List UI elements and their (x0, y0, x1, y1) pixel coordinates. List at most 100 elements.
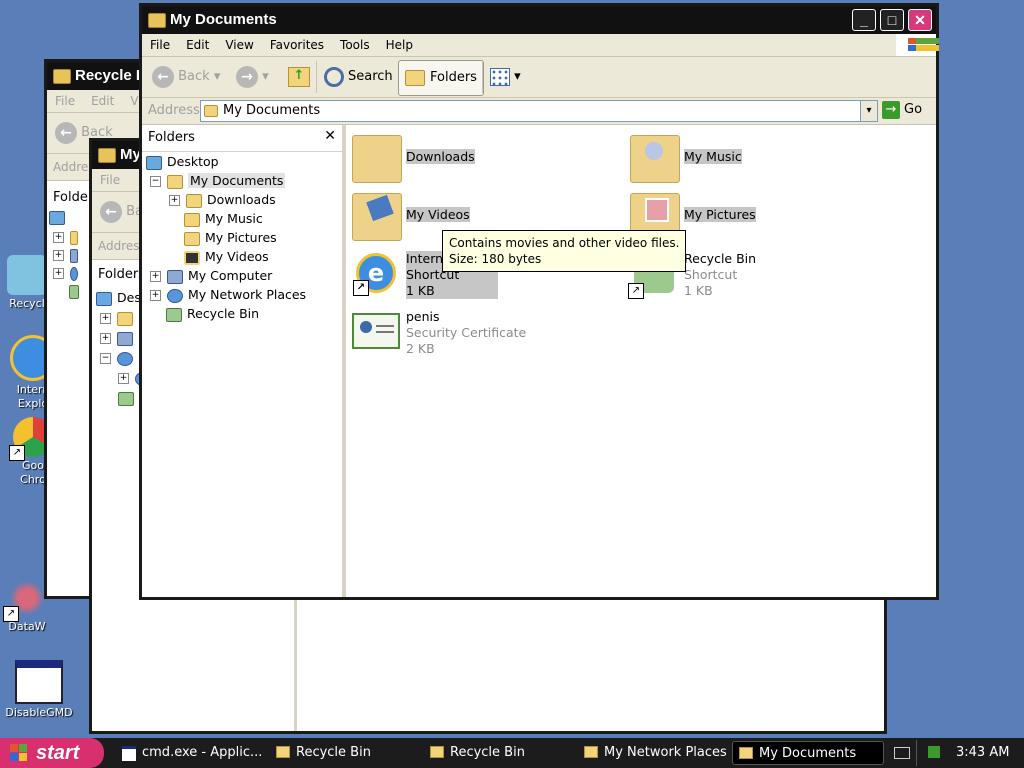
tree-item-my-network-places[interactable]: + My Network Places (150, 286, 306, 304)
expand-icon[interactable]: + (100, 313, 111, 324)
folder-icon (430, 746, 444, 758)
tree-item[interactable] (69, 282, 84, 300)
expand-icon[interactable]: + (53, 268, 64, 279)
menu-file[interactable]: File (47, 94, 83, 108)
tree-item[interactable] (118, 389, 139, 407)
tree-item[interactable]: − (100, 349, 138, 367)
search-icon (324, 66, 344, 87)
shortcut-arrow-icon: ↗ (3, 606, 19, 622)
back-button[interactable]: ← Ba (100, 198, 143, 226)
tree-item-recycle-bin[interactable]: Recycle Bin (166, 305, 259, 323)
maximize-button[interactable]: □ (880, 9, 904, 31)
tree-item[interactable]: + (53, 264, 83, 282)
folders-button[interactable]: Folders (398, 60, 484, 96)
collapse-icon[interactable]: − (100, 353, 111, 364)
taskbar-button-recycle-bin[interactable]: Recycle Bin (424, 741, 572, 765)
recycle-bin-icon (166, 307, 182, 322)
menu-help[interactable]: Help (378, 38, 421, 52)
pictures-folder-icon (184, 231, 200, 246)
back-arrow-icon: ← (152, 65, 174, 88)
go-arrow-icon: → (882, 100, 900, 119)
tree-item-desktop[interactable] (49, 208, 70, 226)
taskbar-button-my-documents[interactable]: My Documents (732, 741, 884, 765)
views-button[interactable]: ▾ (490, 63, 521, 91)
title-bar[interactable]: Recycle B (47, 62, 154, 90)
menu-favorites[interactable]: Favorites (262, 38, 332, 52)
tree-item[interactable]: + (53, 246, 83, 264)
collapse-icon[interactable]: − (150, 176, 161, 187)
close-pane-icon[interactable]: ✕ (324, 128, 336, 144)
expand-icon[interactable]: + (53, 232, 64, 243)
item-name: My Pictures (684, 207, 756, 222)
tree-item-my-pictures[interactable]: My Pictures (184, 229, 277, 247)
music-folder-icon (184, 212, 200, 227)
computer-icon (117, 331, 133, 346)
item-name: Recycle Bin (684, 251, 757, 266)
item-downloads[interactable]: Downloads (352, 135, 612, 195)
keyboard-icon[interactable] (894, 747, 910, 759)
tree-item-my-music[interactable]: My Music (184, 210, 263, 228)
folder-icon (117, 311, 133, 326)
address-field[interactable]: My Documents ▾ (200, 100, 878, 122)
clock[interactable]: 3:43 AM (956, 738, 1009, 768)
folder-icon (276, 746, 290, 758)
go-button[interactable]: → Go (882, 100, 922, 120)
windows-logo-icon (896, 34, 939, 56)
tree-item-my-computer[interactable]: + My Computer (150, 267, 272, 285)
title-bar[interactable]: My Documents _ □ ✕ (142, 6, 936, 34)
expand-icon[interactable]: + (118, 373, 129, 384)
up-button[interactable]: ↑ (288, 63, 310, 91)
desktop-icon (146, 155, 162, 170)
expand-icon[interactable]: + (150, 271, 161, 282)
menu-view[interactable]: View (217, 38, 261, 52)
close-button[interactable]: ✕ (908, 9, 932, 31)
back-button[interactable]: ← Back ▾ (152, 63, 220, 91)
menu-bar: File Edit View Favorites Tools Help (142, 34, 939, 57)
address-dropdown-button[interactable]: ▾ (860, 101, 877, 121)
shortcut-arrow-icon: ↗ (628, 283, 644, 299)
expand-icon[interactable]: + (53, 250, 64, 261)
search-button[interactable]: Search (324, 63, 393, 91)
taskbar-button-recycle-bin[interactable]: Recycle Bin (270, 741, 418, 765)
start-button[interactable]: start (0, 738, 104, 768)
tree-item-desktop[interactable]: Desktop (146, 153, 219, 171)
menu-edit[interactable]: Edit (83, 94, 122, 108)
taskbar-button-cmd[interactable]: cmd.exe - Applic... (116, 741, 264, 765)
item-security-certificate[interactable]: penis Security Certificate 2 KB (352, 309, 612, 359)
expand-icon[interactable]: + (169, 195, 180, 206)
address-label: Addres (98, 239, 140, 253)
minimize-button[interactable]: _ (852, 9, 876, 31)
menu-edit[interactable]: Edit (178, 38, 217, 52)
folder-icon (148, 13, 166, 28)
network-icon (167, 288, 183, 303)
shortcut-arrow-icon: ↗ (9, 445, 25, 461)
tree-item-my-videos[interactable]: My Videos (184, 248, 269, 266)
tree-item[interactable]: + (100, 329, 138, 347)
folders-pane-title: Folders (98, 267, 145, 282)
taskbar-button-my-network-places[interactable]: My Network Places (578, 741, 726, 765)
address-label: Address (148, 103, 200, 118)
desktop-icon (96, 291, 112, 306)
tree-item-my-documents[interactable]: − My Documents (150, 172, 286, 190)
menu-tools[interactable]: Tools (332, 38, 378, 52)
videos-folder-icon (352, 193, 402, 241)
tree-item[interactable]: + (53, 228, 83, 246)
item-size: 2 KB (406, 341, 435, 356)
menu-file[interactable]: File (92, 173, 128, 187)
folder-icon (584, 746, 598, 758)
menu-file[interactable]: File (142, 38, 178, 52)
expand-icon[interactable]: + (150, 290, 161, 301)
menu-bar: File Edit V (47, 90, 154, 113)
my-documents-window[interactable]: My Documents _ □ ✕ File Edit View Favorites… (139, 3, 939, 600)
taskbar: start cmd.exe - Applic... Recycle Bin Re… (0, 738, 1024, 768)
tree-item-downloads[interactable]: + Downloads (169, 191, 276, 209)
forward-button[interactable]: → ▾ (236, 63, 269, 91)
desktop-icon-disablegmd[interactable]: DisableGMD (4, 660, 74, 720)
expand-icon[interactable]: + (100, 333, 111, 344)
item-my-music[interactable]: My Music (630, 135, 890, 195)
tree-item[interactable]: + (100, 309, 138, 327)
folder-icon (186, 193, 202, 208)
folder-icon (70, 230, 78, 245)
console-window-icon (122, 746, 136, 761)
network-tray-icon[interactable] (928, 746, 940, 758)
